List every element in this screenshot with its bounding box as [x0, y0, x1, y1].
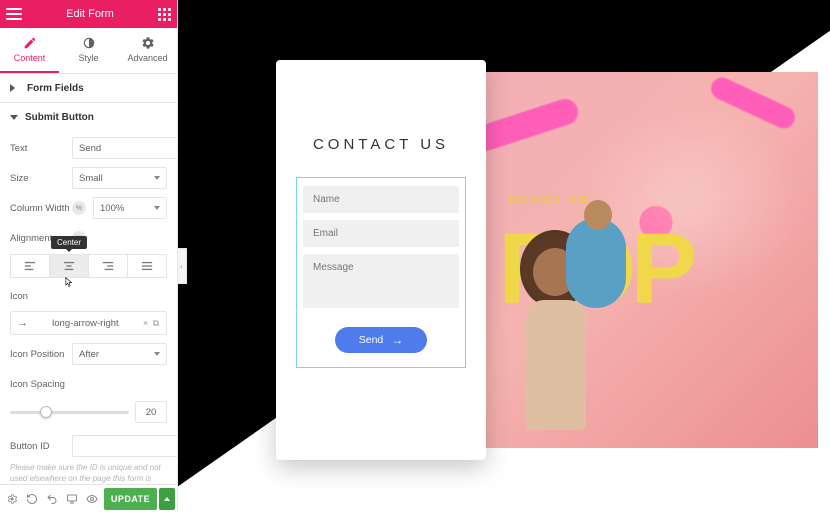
style-icon: [82, 36, 96, 50]
gear-icon: [141, 36, 155, 50]
label-text: Text: [10, 143, 72, 154]
editor-panel: Edit Form Content Style Advanced Form Fi…: [0, 0, 178, 512]
update-options[interactable]: [159, 488, 175, 510]
input-email[interactable]: [303, 220, 459, 247]
align-right-icon: [102, 261, 114, 271]
tab-content[interactable]: Content: [0, 28, 59, 73]
align-center-icon: [63, 261, 75, 271]
row-button-id: Button ID: [10, 433, 167, 459]
panel-scroll[interactable]: Form Fields Submit Button Text Size Smal…: [0, 74, 177, 484]
preview-canvas: READY TO POP CONTACT US Send →: [178, 0, 830, 512]
preview-button[interactable]: [82, 485, 102, 513]
responsive-button[interactable]: [62, 485, 82, 513]
undo-icon: [46, 493, 58, 505]
send-button-label: Send: [359, 334, 384, 346]
row-icon-spacing-label: Icon Spacing: [10, 371, 167, 397]
row-icon-position: Icon Position After: [10, 341, 167, 367]
row-column-width: Column Width % 100%: [10, 195, 167, 221]
label-button-id: Button ID: [10, 441, 72, 452]
alignment-choices: Center: [10, 253, 167, 279]
align-left-icon: [24, 261, 36, 271]
align-left[interactable]: [10, 254, 50, 278]
unit-toggle[interactable]: %: [72, 201, 86, 215]
row-size: Size Small: [10, 165, 167, 191]
card-heading: CONTACT US: [313, 136, 449, 153]
help-button-id: Please make sure the ID is unique and no…: [10, 463, 167, 484]
desktop-icon: [66, 493, 78, 505]
hero-image: READY TO POP: [458, 72, 818, 448]
panel-footer: UPDATE: [0, 484, 177, 512]
history-icon: [26, 493, 38, 505]
select-icon-position[interactable]: After: [72, 343, 167, 365]
photo-overline: READY TO: [508, 192, 591, 207]
send-button[interactable]: Send →: [335, 327, 427, 353]
icon-picker[interactable]: → long-arrow-right × ⧉: [10, 311, 167, 335]
select-column-width[interactable]: 100%: [93, 197, 167, 219]
input-name[interactable]: [303, 186, 459, 213]
label-icon: Icon: [10, 291, 72, 302]
input-button-text[interactable]: [72, 137, 177, 159]
history-button[interactable]: [42, 485, 62, 513]
pencil-icon: [23, 36, 37, 50]
row-icon-label: Icon: [10, 283, 167, 309]
contact-card: CONTACT US Send →: [276, 60, 486, 460]
caret-down-icon: [10, 115, 18, 120]
caret-right-icon: [10, 84, 19, 92]
panel-tabs: Content Style Advanced: [0, 28, 177, 74]
widgets-grid-icon[interactable]: [158, 8, 171, 21]
row-text: Text: [10, 135, 167, 161]
gear-icon: [6, 493, 18, 505]
align-center[interactable]: Center: [50, 254, 89, 278]
label-column-width: Column Width: [10, 203, 72, 214]
section-form-fields: Form Fields: [0, 74, 177, 103]
eye-icon: [86, 493, 98, 505]
chevron-down-icon: [154, 206, 160, 210]
row-alignment: Alignment ⬚: [10, 225, 167, 251]
revisions-button[interactable]: [22, 485, 42, 513]
label-icon-spacing: Icon Spacing: [10, 379, 167, 390]
caret-up-icon: [164, 497, 170, 501]
photo-child: [566, 218, 626, 308]
slider-icon-spacing[interactable]: [10, 402, 129, 422]
form-widget-selected[interactable]: Send →: [296, 177, 466, 368]
label-icon-position: Icon Position: [10, 349, 72, 360]
input-message[interactable]: [303, 254, 459, 308]
row-icon-spacing: 20: [10, 399, 167, 425]
section-submit-button: Submit Button Text Size Small Column Wid…: [0, 103, 177, 484]
label-size: Size: [10, 173, 72, 184]
panel-collapse-handle[interactable]: ‹: [177, 248, 187, 284]
input-icon-spacing[interactable]: 20: [135, 401, 167, 423]
panel-header: Edit Form: [0, 0, 177, 28]
section-toggle-form-fields[interactable]: Form Fields: [0, 74, 177, 102]
long-arrow-right-icon: →: [391, 333, 403, 347]
icon-library-name: long-arrow-right: [52, 318, 119, 329]
icon-clear[interactable]: × ⧉: [143, 318, 160, 329]
chevron-down-icon: [154, 176, 160, 180]
settings-button[interactable]: [2, 485, 22, 513]
hamburger-icon[interactable]: [6, 8, 22, 20]
update-button[interactable]: UPDATE: [104, 488, 157, 510]
tab-style[interactable]: Style: [59, 28, 118, 73]
tooltip-center: Center: [51, 236, 87, 249]
slider-thumb[interactable]: [40, 406, 52, 418]
long-arrow-right-icon: →: [17, 317, 28, 329]
section-toggle-submit-button[interactable]: Submit Button: [0, 103, 177, 131]
input-button-id[interactable]: [72, 435, 177, 457]
panel-title: Edit Form: [66, 8, 114, 20]
tab-advanced[interactable]: Advanced: [118, 28, 177, 73]
align-right[interactable]: [89, 254, 128, 278]
select-size[interactable]: Small: [72, 167, 167, 189]
align-justify-icon: [141, 261, 153, 271]
align-justify[interactable]: [128, 254, 167, 278]
chevron-down-icon: [154, 352, 160, 356]
